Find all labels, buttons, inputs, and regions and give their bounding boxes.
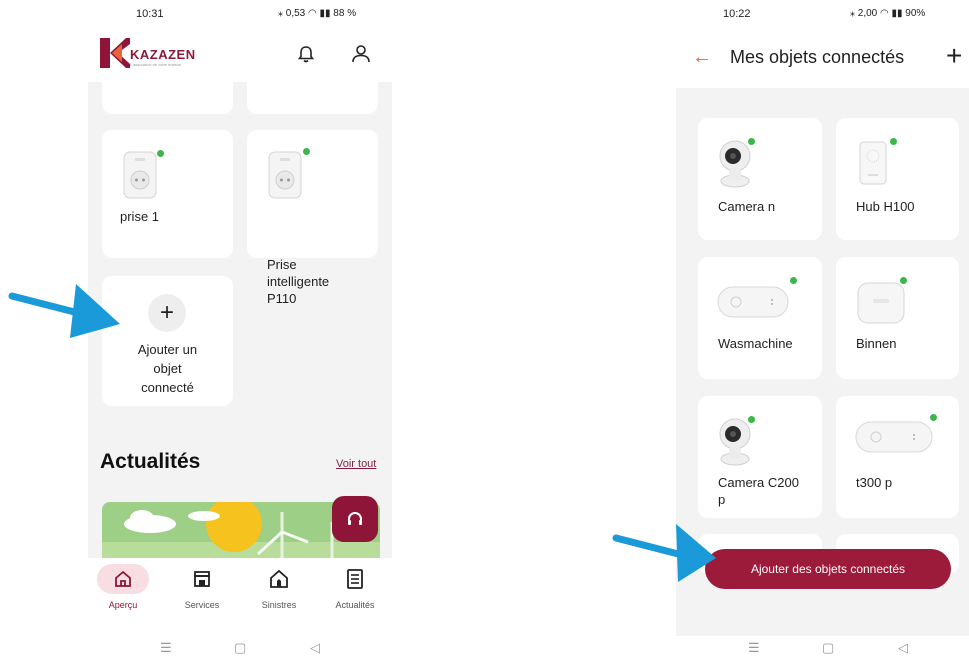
device-label: Camera n xyxy=(718,199,776,214)
house-damage-icon xyxy=(253,564,305,594)
device-card-camera-c200[interactable]: Camera C200 p xyxy=(698,396,822,518)
page-header: ← Mes objets connectés + xyxy=(676,30,969,86)
status-time: 10:22 xyxy=(723,8,751,20)
online-status-dot xyxy=(890,138,897,145)
status-bar: 10:31 ⁎ 0,53 ◠ ▮▮ 88 % xyxy=(88,6,392,24)
back-triangle-icon[interactable]: ◁ xyxy=(310,640,320,656)
online-status-dot xyxy=(900,277,907,284)
nav-label: Sinistres xyxy=(261,600,297,610)
see-all-news-link[interactable]: Voir tout xyxy=(336,458,376,470)
device-card-partial[interactable] xyxy=(102,82,233,114)
system-navigation-bar: ☰ ▢ ◁ xyxy=(88,636,392,662)
nav-label: Services xyxy=(184,600,220,610)
overview-content: prise 1 Prise intelligente P110 + Ajoute… xyxy=(88,82,392,558)
home-icon xyxy=(97,564,149,594)
device-card-binnen[interactable]: Binnen xyxy=(836,257,959,379)
app-header: KAZAZEN L'assurance de votre maison xyxy=(88,30,392,82)
store-icon xyxy=(176,564,228,594)
news-section-title: Actualités xyxy=(100,450,201,473)
smart-plug-icon xyxy=(123,151,157,199)
smart-plug-icon xyxy=(268,151,302,199)
sensor-icon xyxy=(857,282,905,324)
status-icons: ⁎ 0,53 ◠ ▮▮ 88 % xyxy=(278,8,357,19)
device-label: t300 p xyxy=(856,475,893,490)
device-card-camera-n[interactable]: Camera n xyxy=(698,118,822,240)
online-status-dot xyxy=(303,148,310,155)
user-icon[interactable] xyxy=(350,43,372,65)
online-status-dot xyxy=(930,414,937,421)
nav-item-actualites[interactable]: Actualités xyxy=(320,564,390,610)
logo-mark-icon xyxy=(100,38,130,68)
menu-icon[interactable]: ☰ xyxy=(748,640,760,656)
annotation-arrow-left-icon xyxy=(8,284,120,338)
online-status-dot xyxy=(748,416,755,423)
smart-hub-icon xyxy=(859,141,887,185)
phone-screen-overview: 10:31 ⁎ 0,53 ◠ ▮▮ 88 % KAZAZEN L'assuran… xyxy=(88,0,392,662)
device-card-prise-intelligente[interactable]: Prise intelligente P110 xyxy=(247,130,378,306)
add-card-label: Ajouter un objet connecté xyxy=(137,342,198,395)
online-status-dot xyxy=(157,150,164,157)
device-card-prise-1[interactable]: prise 1 xyxy=(102,130,233,258)
bottom-navigation: Aperçu Services Sinistres Actualités xyxy=(88,558,392,626)
device-label: Hub H100 xyxy=(856,199,915,214)
plus-icon: + xyxy=(148,294,186,332)
home-square-icon[interactable]: ▢ xyxy=(234,640,246,656)
device-card-hub-h100[interactable]: Hub H100 xyxy=(836,118,959,240)
news-icon xyxy=(329,564,381,594)
device-label: Wasmachine xyxy=(718,336,793,351)
nav-item-sinistres[interactable]: Sinistres xyxy=(244,564,314,610)
device-label: Binnen xyxy=(856,336,897,351)
device-card-wasmachine[interactable]: Wasmachine xyxy=(698,257,822,379)
add-plus-icon[interactable]: + xyxy=(946,40,962,72)
device-label: prise 1 xyxy=(120,209,160,224)
nav-item-services[interactable]: Services xyxy=(167,564,237,610)
device-card-partial[interactable] xyxy=(247,82,378,114)
sensor-icon xyxy=(717,286,789,318)
home-square-icon[interactable]: ▢ xyxy=(822,640,834,656)
device-label: Prise intelligente P110 xyxy=(267,257,330,306)
bell-icon[interactable] xyxy=(296,44,316,64)
status-time: 10:31 xyxy=(136,8,164,20)
nav-label: Aperçu xyxy=(108,600,138,610)
support-chat-button[interactable] xyxy=(332,496,378,542)
kazazen-logo[interactable]: KAZAZEN L'assurance de votre maison xyxy=(100,38,210,70)
back-arrow-icon[interactable]: ← xyxy=(692,46,712,69)
nav-item-apercu[interactable]: Aperçu xyxy=(88,564,158,610)
status-icons: ⁎ 2,00 ◠ ▮▮ 90% xyxy=(850,8,926,19)
brand-tagline: L'assurance de votre maison xyxy=(130,62,182,67)
page-title: Mes objets connectés xyxy=(730,47,905,67)
status-bar: 10:22 ⁎ 2,00 ◠ ▮▮ 90% xyxy=(676,6,969,24)
online-status-dot xyxy=(748,138,755,145)
add-connected-objects-button[interactable]: Ajouter des objets connectés xyxy=(705,549,951,589)
system-navigation-bar: ☰ ▢ ◁ xyxy=(676,636,969,662)
security-camera-icon xyxy=(719,140,751,188)
brand-name: KAZAZEN xyxy=(130,47,196,62)
device-card-t300[interactable]: t300 p xyxy=(836,396,959,518)
back-triangle-icon[interactable]: ◁ xyxy=(898,640,908,656)
headset-icon xyxy=(348,512,362,525)
security-camera-icon xyxy=(719,418,751,466)
online-status-dot xyxy=(790,277,797,284)
device-label: Camera C200 p xyxy=(718,475,799,507)
menu-icon[interactable]: ☰ xyxy=(160,640,172,656)
sensor-icon xyxy=(855,421,933,453)
annotation-arrow-right-icon xyxy=(612,524,716,582)
nav-label: Actualités xyxy=(335,600,375,610)
